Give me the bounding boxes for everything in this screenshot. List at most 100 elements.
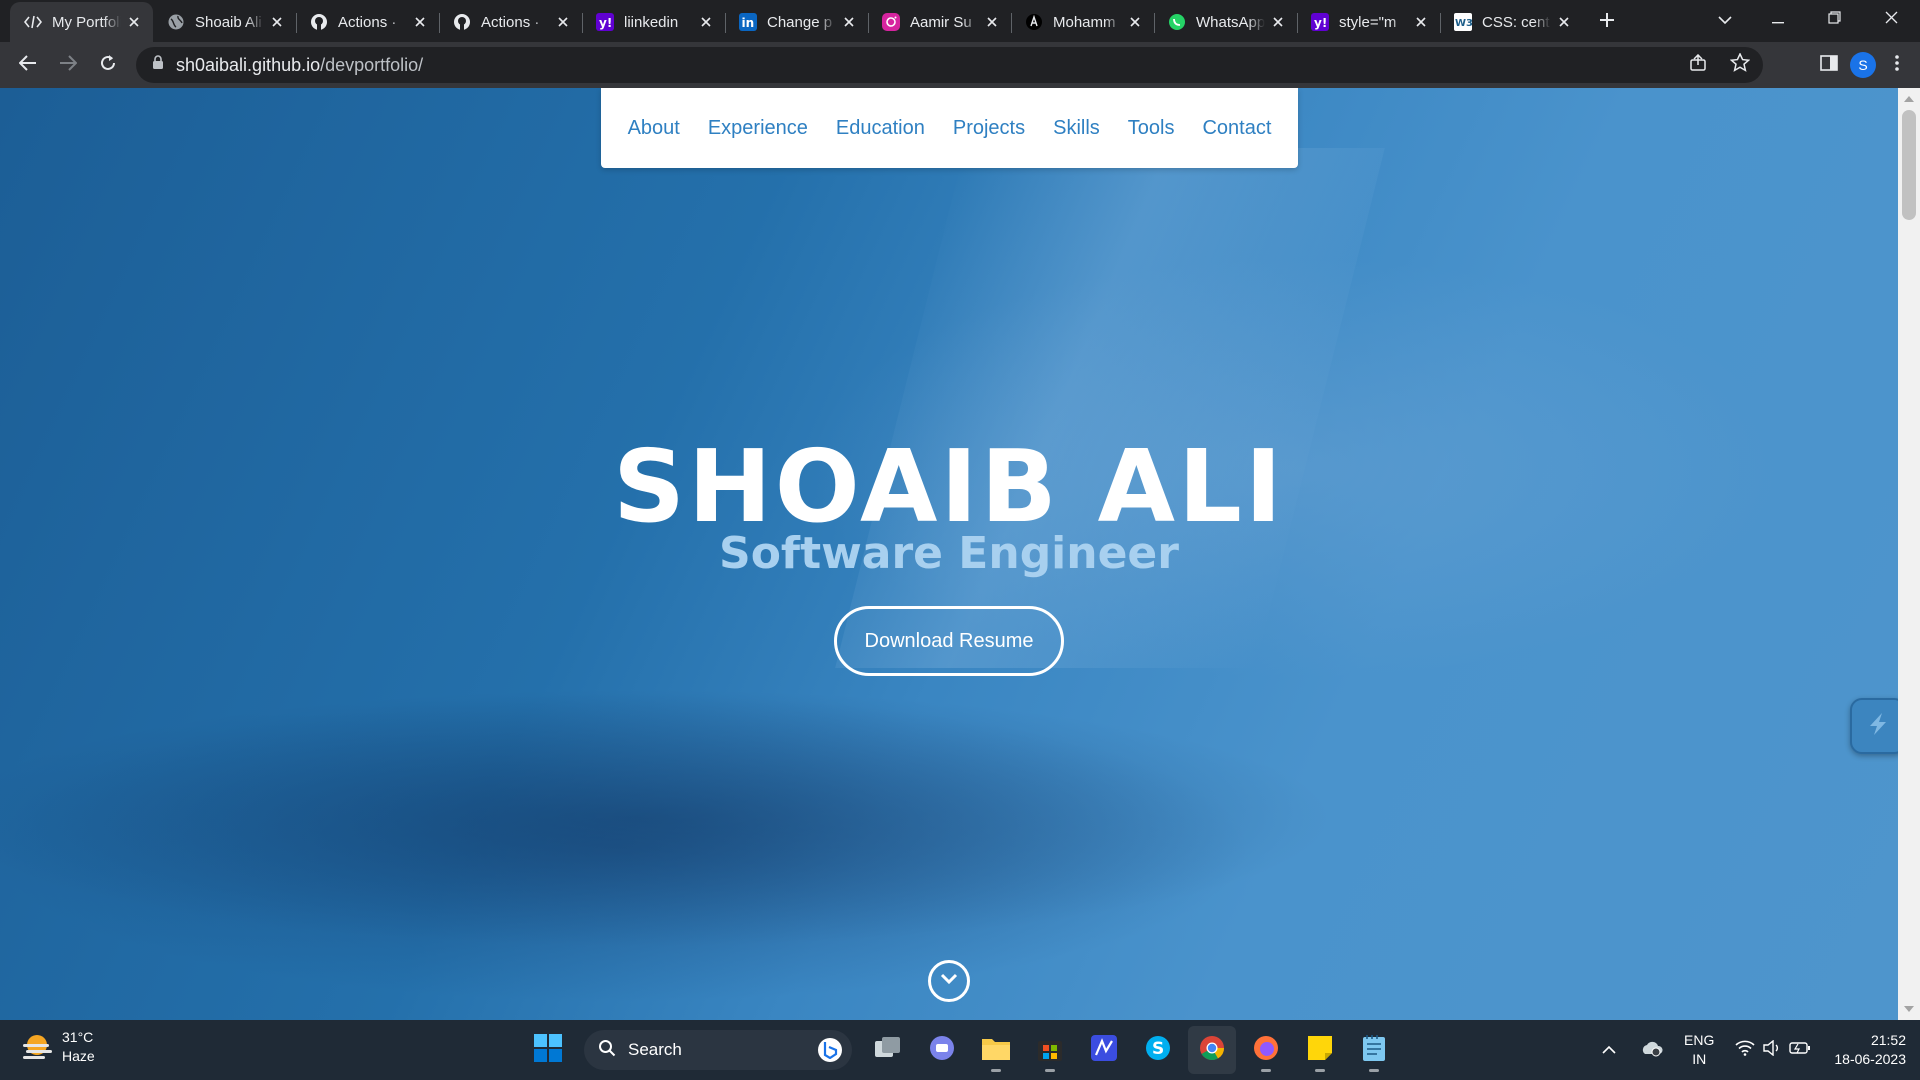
- svg-text:W3: W3: [1455, 18, 1472, 29]
- tab-linkedin[interactable]: in Change p: [725, 2, 868, 42]
- chevron-down-icon: [940, 972, 958, 990]
- bing-icon: [818, 1038, 842, 1062]
- tab-yahoo-style[interactable]: y! style="m: [1297, 2, 1440, 42]
- close-icon[interactable]: [697, 13, 715, 31]
- tab-whatsapp[interactable]: WhatsApp: [1154, 2, 1297, 42]
- close-icon[interactable]: [1555, 13, 1573, 31]
- share-button[interactable]: [1681, 48, 1715, 82]
- avatar: S: [1850, 52, 1876, 78]
- sticky-notes-button[interactable]: [1296, 1026, 1344, 1074]
- close-icon[interactable]: [840, 13, 858, 31]
- github-icon: [310, 13, 328, 31]
- tab-shoaib-ali[interactable]: Shoaib Ali: [153, 2, 296, 42]
- tab-threads[interactable]: Mohamm: [1011, 2, 1154, 42]
- hero-background-shape: [835, 148, 1385, 668]
- new-tab-button[interactable]: [1589, 4, 1625, 40]
- tab-github-actions-2[interactable]: Actions ·: [439, 2, 582, 42]
- tab-github-actions-1[interactable]: Actions ·: [296, 2, 439, 42]
- lock-icon: [152, 55, 164, 75]
- store-button[interactable]: [1026, 1026, 1074, 1074]
- nav-link-education[interactable]: Education: [822, 117, 939, 140]
- tab-w3schools[interactable]: W3 CSS: cent: [1440, 2, 1583, 42]
- globe-icon: [167, 13, 185, 31]
- scroll-down-button[interactable]: [928, 960, 970, 1002]
- back-button[interactable]: [8, 45, 48, 85]
- reload-icon: [99, 54, 117, 77]
- nav-link-contact[interactable]: Contact: [1188, 117, 1285, 140]
- menu-button[interactable]: [1880, 48, 1914, 82]
- side-panel-icon: [1820, 54, 1838, 76]
- reload-button[interactable]: [88, 45, 128, 85]
- task-view-button[interactable]: [864, 1026, 912, 1074]
- scrollbar-thumb[interactable]: [1902, 110, 1916, 220]
- close-icon[interactable]: [1412, 13, 1430, 31]
- start-button[interactable]: [524, 1026, 572, 1074]
- weather-text: 31°C Haze: [62, 1028, 95, 1066]
- taskbar-search[interactable]: Search: [584, 1030, 852, 1070]
- nav-link-projects[interactable]: Projects: [939, 117, 1039, 140]
- haze-icon: [20, 1032, 54, 1062]
- restore-button[interactable]: [1806, 0, 1863, 40]
- search-placeholder: Search: [628, 1040, 682, 1059]
- onedrive-button[interactable]: [1634, 1033, 1668, 1067]
- minimize-button[interactable]: [1749, 0, 1806, 40]
- tab-title: Aamir Su: [910, 13, 972, 31]
- close-icon[interactable]: [268, 13, 286, 31]
- close-icon[interactable]: [1269, 13, 1287, 31]
- close-icon[interactable]: [554, 13, 572, 31]
- firefox-button[interactable]: [1242, 1026, 1290, 1074]
- svg-text:in: in: [742, 16, 755, 30]
- browser-toolbar: sh0aibali.github.io/devportfolio/ S: [0, 42, 1920, 88]
- nav-link-tools[interactable]: Tools: [1114, 117, 1189, 140]
- tab-title: Actions ·: [481, 13, 540, 31]
- tab-title: Shoaib Ali: [195, 13, 262, 31]
- address-bar[interactable]: sh0aibali.github.io/devportfolio/: [136, 47, 1763, 83]
- weather-temp: 31°C: [62, 1029, 94, 1045]
- editor-app-icon: [1090, 1034, 1118, 1067]
- download-resume-button[interactable]: Download Resume: [834, 606, 1064, 676]
- teams-chat-button[interactable]: [918, 1026, 966, 1074]
- bookmark-button[interactable]: [1723, 48, 1757, 82]
- tab-title: liinkedin: [624, 13, 679, 31]
- file-explorer-button[interactable]: [972, 1026, 1020, 1074]
- clock-time: 21:52: [1870, 1032, 1906, 1048]
- nav-link-about[interactable]: About: [614, 117, 694, 140]
- close-icon[interactable]: [125, 13, 143, 31]
- tab-yahoo-linkedin[interactable]: y! liinkedin: [582, 2, 725, 42]
- wifi-icon: [1735, 1040, 1755, 1061]
- nav-link-skills[interactable]: Skills: [1039, 117, 1114, 140]
- close-window-button[interactable]: [1863, 0, 1920, 40]
- clock[interactable]: 21:52 18-06-2023: [1834, 1031, 1906, 1069]
- editor-app-button[interactable]: [1080, 1026, 1128, 1074]
- svg-text:S: S: [1152, 1039, 1164, 1059]
- chevron-down-icon: [1718, 12, 1732, 30]
- chevron-up-icon: [1602, 1041, 1616, 1059]
- close-icon[interactable]: [983, 13, 1001, 31]
- show-hidden-icons-button[interactable]: [1592, 1033, 1626, 1067]
- url-text: sh0aibali.github.io/devportfolio/: [176, 55, 423, 76]
- tab-my-portfolio[interactable]: My Portfolio: [10, 2, 153, 42]
- close-icon[interactable]: [1126, 13, 1144, 31]
- plus-icon: [1599, 12, 1615, 33]
- language-indicator[interactable]: ENG IN: [1684, 1031, 1714, 1069]
- chrome-button[interactable]: [1188, 1026, 1236, 1074]
- folder-icon: [981, 1035, 1011, 1066]
- github-icon: [453, 13, 471, 31]
- profile-button[interactable]: S: [1846, 48, 1880, 82]
- nav-link-experience[interactable]: Experience: [694, 117, 822, 140]
- page-scrollbar[interactable]: [1898, 88, 1920, 1020]
- close-icon[interactable]: [411, 13, 429, 31]
- weather-widget[interactable]: 31°C Haze: [20, 1028, 95, 1066]
- notepad-button[interactable]: [1350, 1026, 1398, 1074]
- instagram-icon: [882, 13, 900, 31]
- weather-desc: Haze: [62, 1048, 95, 1064]
- tab-instagram[interactable]: Aamir Su: [868, 2, 1011, 42]
- quick-settings-button[interactable]: [1730, 1033, 1816, 1067]
- forward-button[interactable]: [48, 45, 88, 85]
- scroll-up-arrow-icon[interactable]: [1904, 96, 1914, 102]
- scroll-down-arrow-icon[interactable]: [1904, 1006, 1914, 1012]
- tab-search-button[interactable]: [1710, 6, 1740, 36]
- clock-date: 18-06-2023: [1834, 1051, 1906, 1067]
- side-panel-button[interactable]: [1812, 48, 1846, 82]
- skype-button[interactable]: S: [1134, 1026, 1182, 1074]
